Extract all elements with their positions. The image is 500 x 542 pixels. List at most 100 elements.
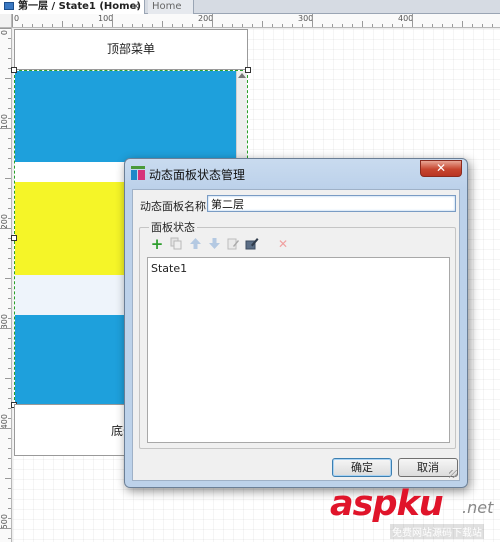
ruler-tick xyxy=(0,328,11,329)
ruler-top: 0 100 200 300 400 xyxy=(12,14,500,28)
close-icon[interactable]: ✕ xyxy=(420,160,462,177)
ruler-tick xyxy=(12,14,13,27)
ruler-tick xyxy=(8,488,11,489)
ruler-tick xyxy=(122,24,123,27)
ruler-tick xyxy=(132,24,133,27)
ruler-tick xyxy=(0,528,11,529)
ruler-tick xyxy=(8,118,11,119)
app-icon xyxy=(131,166,145,180)
ruler-tick xyxy=(172,24,173,27)
ruler-tick xyxy=(0,428,11,429)
ruler-tick xyxy=(8,98,11,99)
ruler-tick xyxy=(212,14,213,27)
ruler-tick xyxy=(182,24,183,27)
ruler-tick xyxy=(8,458,11,459)
ruler-left: 0 100 200 300 400 500 xyxy=(0,28,12,542)
close-icon[interactable]: × xyxy=(132,0,140,14)
ruler-tick xyxy=(5,278,11,279)
watermark-subtitle: 免费网站源码下载站 xyxy=(390,524,484,539)
ruler-tick xyxy=(472,24,473,27)
ruler-tick xyxy=(8,248,11,249)
ruler-tick xyxy=(8,348,11,349)
ruler-tick xyxy=(8,168,11,169)
ruler-tick xyxy=(432,24,433,27)
ruler-tick xyxy=(222,24,223,27)
tab-bar: 第一层 / State1 (Home) × Home xyxy=(0,0,500,14)
tab-first-layer[interactable]: 第一层 / State1 (Home) × xyxy=(0,0,145,14)
ruler-tick xyxy=(392,24,393,27)
ruler-tick xyxy=(232,24,233,27)
ruler-tick xyxy=(8,258,11,259)
ruler-label: 300 xyxy=(0,314,9,330)
ruler-label: 400 xyxy=(0,414,9,430)
ruler-tick xyxy=(8,48,11,49)
ruler-label: 400 xyxy=(398,14,414,23)
ruler-tick xyxy=(442,24,443,27)
ruler-tick xyxy=(5,178,11,179)
ruler-tick xyxy=(8,158,11,159)
ruler-tick xyxy=(8,398,11,399)
ruler-label: 0 xyxy=(0,30,9,36)
watermark: aspku .net 免费网站源码下载站 xyxy=(330,484,500,542)
add-icon[interactable]: + xyxy=(150,237,164,252)
ruler-tick xyxy=(8,388,11,389)
resize-handle[interactable] xyxy=(245,67,251,73)
edit-icon[interactable] xyxy=(226,237,240,251)
scroll-up-icon[interactable] xyxy=(238,73,246,78)
ruler-tick xyxy=(0,128,11,129)
ruler-tick xyxy=(272,24,273,27)
ruler-tick xyxy=(72,24,73,27)
ruler-tick xyxy=(0,228,11,229)
ruler-tick xyxy=(192,24,193,27)
ruler-tick xyxy=(352,24,353,27)
ruler-tick xyxy=(8,408,11,409)
move-down-icon[interactable] xyxy=(207,237,221,251)
list-item[interactable]: State1 xyxy=(151,262,187,275)
ruler-tick xyxy=(8,318,11,319)
ruler-tick xyxy=(8,438,11,439)
ruler-tick xyxy=(8,138,11,139)
ruler-tick xyxy=(42,24,43,27)
ok-button[interactable]: 确定 xyxy=(332,458,392,477)
ruler-tick xyxy=(8,358,11,359)
ruler-tick xyxy=(302,24,303,27)
ruler-tick xyxy=(8,218,11,219)
resize-grip[interactable] xyxy=(449,470,457,478)
ruler-tick xyxy=(8,538,11,539)
ruler-tick xyxy=(0,28,11,29)
ruler-label: 100 xyxy=(0,114,9,130)
delete-icon[interactable]: ✕ xyxy=(276,237,290,251)
ruler-tick xyxy=(8,498,11,499)
ruler-label: 0 xyxy=(14,14,20,23)
ruler-label: 200 xyxy=(198,14,214,23)
ruler-tick xyxy=(8,108,11,109)
panel-states-list[interactable]: State1 xyxy=(147,257,450,443)
dialog-body: 动态面板名称: 面板状态 + ✕ State1 确 xyxy=(132,189,460,481)
ruler-tick xyxy=(422,24,423,27)
panel-band-blue xyxy=(15,71,237,162)
ruler-tick xyxy=(412,14,413,27)
tab-home[interactable]: Home xyxy=(148,0,194,14)
ruler-tick xyxy=(8,148,11,149)
ruler-tick xyxy=(452,24,453,27)
ruler-label: 200 xyxy=(0,214,9,230)
resize-handle[interactable] xyxy=(11,67,17,73)
resize-handle[interactable] xyxy=(11,235,17,241)
edit-all-icon[interactable] xyxy=(245,237,259,251)
move-up-icon[interactable] xyxy=(188,237,202,251)
ruler-tick xyxy=(242,24,243,27)
ruler-tick xyxy=(152,24,153,27)
duplicate-icon[interactable] xyxy=(169,237,183,251)
ruler-tick xyxy=(202,24,203,27)
ruler-tick xyxy=(102,24,103,27)
ruler-tick xyxy=(8,298,11,299)
panel-name-input[interactable] xyxy=(207,195,456,212)
panel-states-label: 面板状态 xyxy=(149,219,197,235)
tab-label: 第一层 / State1 (Home) xyxy=(18,1,141,12)
ruler-tick xyxy=(142,24,143,27)
top-menu-widget[interactable]: 顶部菜单 xyxy=(14,29,248,70)
ruler-tick xyxy=(282,24,283,27)
ruler-tick xyxy=(52,24,53,27)
ruler-tick xyxy=(462,21,463,27)
ruler-label: 500 xyxy=(0,514,9,530)
